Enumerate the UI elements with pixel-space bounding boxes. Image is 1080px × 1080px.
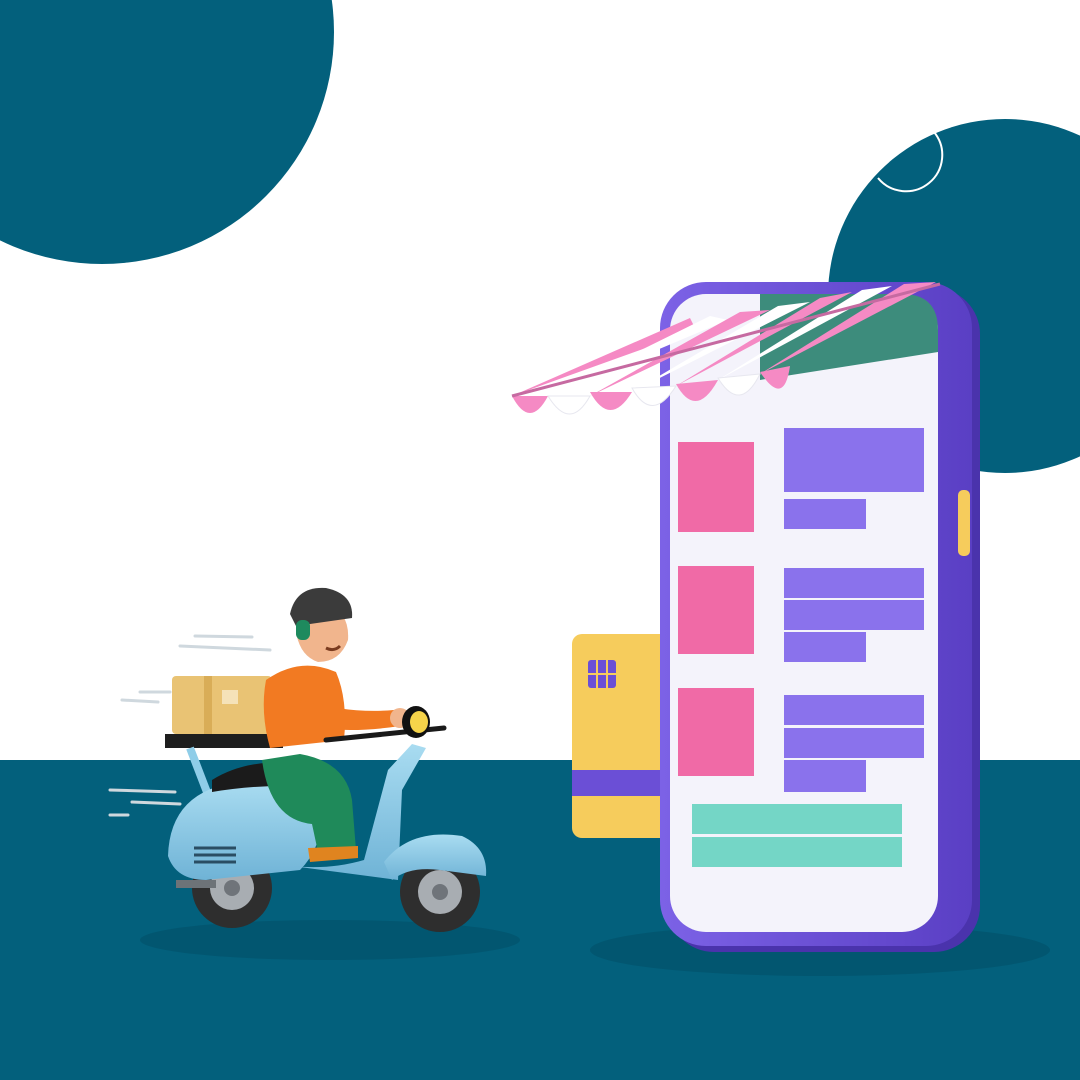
rear-rack [165,734,283,748]
product-desc-line [784,462,924,492]
headlight-icon [402,706,430,738]
delivery-illustration [0,0,1080,1080]
checkout-bar [692,804,902,834]
product-price-line [784,632,866,662]
product-title-line [784,568,924,598]
scooter-shadow [140,920,520,960]
product-thumbnail [678,688,754,776]
product-title-line [784,428,924,464]
phone-side-button [958,490,970,556]
product-desc-line [784,728,924,758]
product-desc-line [784,600,924,630]
product-thumbnail [678,442,754,532]
product-thumbnail [678,566,754,654]
headset-icon [296,620,310,640]
illustration-svg [0,0,1080,1080]
product-title-line [784,695,924,725]
card-chip-icon [588,660,616,688]
product-price-line [784,760,866,792]
checkout-bar [692,837,902,867]
product-price-line [784,499,866,529]
parcel-box-icon [172,676,272,734]
